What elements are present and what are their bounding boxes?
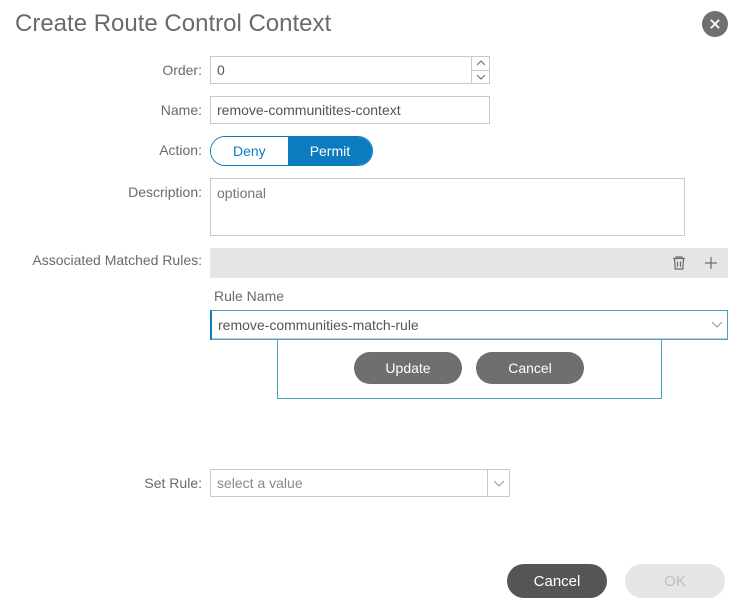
chevron-down-icon [494, 480, 504, 487]
chevron-down-icon [712, 321, 722, 328]
description-label: Description: [15, 178, 210, 200]
amr-label: Associated Matched Rules: [15, 248, 210, 268]
action-label: Action: [15, 136, 210, 158]
set-rule-placeholder: select a value [211, 475, 487, 491]
dialog-footer: Cancel OK [507, 564, 725, 598]
action-toggle: Deny Permit [210, 136, 373, 166]
amr-column-header: Rule Name [214, 288, 728, 304]
order-stepper[interactable] [210, 56, 490, 84]
rule-name-select[interactable]: remove-communities-match-rule [212, 311, 727, 339]
amr-cancel-button[interactable]: Cancel [476, 352, 584, 384]
close-icon [708, 17, 722, 31]
rule-name-dropdown-toggle[interactable] [707, 311, 727, 338]
set-rule-label: Set Rule: [15, 469, 210, 491]
cancel-button[interactable]: Cancel [507, 564, 607, 598]
name-label: Name: [15, 96, 210, 118]
chevron-up-icon [477, 60, 485, 66]
order-step-up[interactable] [472, 57, 489, 71]
amr-update-button[interactable]: Update [354, 352, 462, 384]
set-rule-dropdown-toggle[interactable] [487, 470, 509, 496]
trash-icon [670, 254, 688, 272]
order-label: Order: [15, 56, 210, 78]
order-input[interactable] [211, 57, 471, 83]
ok-button: OK [625, 564, 725, 598]
amr-rule-editor: remove-communities-match-rule [210, 310, 728, 340]
description-textarea[interactable] [210, 178, 685, 236]
plus-icon [702, 254, 720, 272]
set-rule-select[interactable]: select a value [210, 469, 510, 497]
amr-actions-row: Update Cancel [277, 340, 662, 399]
amr-add-button[interactable] [702, 254, 720, 272]
dialog-title: Create Route Control Context [15, 10, 331, 38]
action-deny-button[interactable]: Deny [211, 137, 288, 165]
order-step-down[interactable] [472, 71, 489, 84]
amr-toolbar [210, 248, 728, 278]
amr-delete-button[interactable] [670, 254, 688, 272]
chevron-down-icon [477, 74, 485, 80]
action-permit-button[interactable]: Permit [288, 137, 372, 165]
rule-name-value: remove-communities-match-rule [212, 317, 707, 333]
name-input[interactable] [210, 96, 490, 124]
close-button[interactable] [702, 11, 728, 37]
